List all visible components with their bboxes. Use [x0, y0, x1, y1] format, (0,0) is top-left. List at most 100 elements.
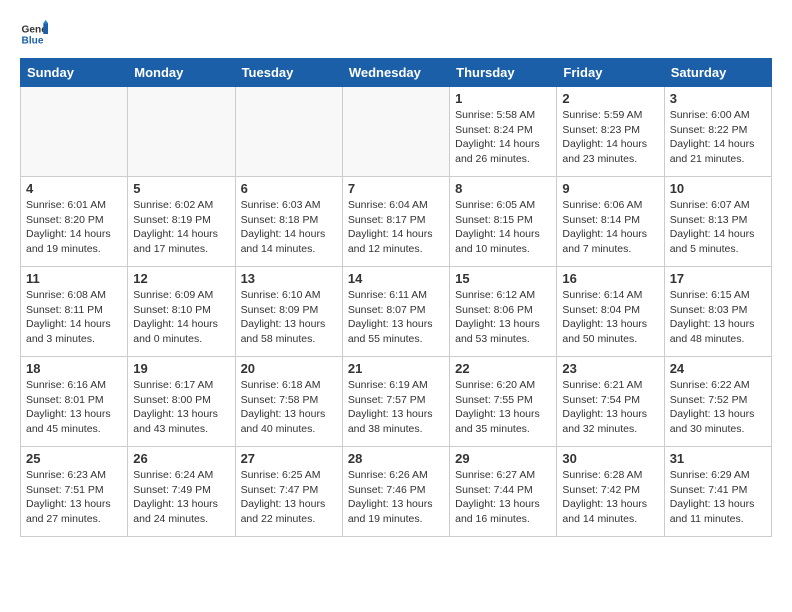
calendar-cell: 19Sunrise: 6:17 AM Sunset: 8:00 PM Dayli… — [128, 357, 235, 447]
weekday-header-saturday: Saturday — [664, 59, 771, 87]
logo: General Blue — [20, 20, 52, 48]
calendar-cell: 30 Sunrise: 6:28 AM Sunset: 7:42 PM Dayli… — [557, 447, 664, 537]
day-info: Sunrise: 6:27 AM Sunset: 7:44 PM Dayligh… — [455, 468, 551, 527]
calendar-cell: 13Sunrise: 6:10 AM Sunset: 8:09 PM Dayli… — [235, 267, 342, 357]
day-number: 22 — [455, 361, 551, 376]
day-info: Sunrise: 6:16 AM Sunset: 8:01 PM Dayligh… — [26, 378, 122, 437]
day-number: 5 — [133, 181, 229, 196]
day-number: 29 — [455, 451, 551, 466]
calendar-cell: 16 Sunrise: 6:14 AM Sunset: 8:04 PM Dayli… — [557, 267, 664, 357]
calendar-cell: 3Sunrise: 6:00 AM Sunset: 8:22 PM Daylig… — [664, 87, 771, 177]
calendar-table: SundayMondayTuesdayWednesdayThursdayFrid… — [20, 58, 772, 537]
calendar-cell: 9 Sunrise: 6:06 AM Sunset: 8:14 PM Daylig… — [557, 177, 664, 267]
day-info: Sunrise: 6:29 AM Sunset: 7:41 PM Dayligh… — [670, 468, 766, 527]
day-number: 25 — [26, 451, 122, 466]
calendar-cell: 26 Sunrise: 6:24 AM Sunset: 7:49 PM Dayli… — [128, 447, 235, 537]
day-info: Sunrise: 6:00 AM Sunset: 8:22 PM Dayligh… — [670, 108, 766, 167]
weekday-header-friday: Friday — [557, 59, 664, 87]
calendar-cell: 21 Sunrise: 6:19 AM Sunset: 7:57 PM Dayli… — [342, 357, 449, 447]
day-number: 11 — [26, 271, 122, 286]
calendar-cell: 24 Sunrise: 6:22 AM Sunset: 7:52 PM Dayli… — [664, 357, 771, 447]
weekday-header-monday: Monday — [128, 59, 235, 87]
day-number: 9 — [562, 181, 658, 196]
calendar-cell: 2 Sunrise: 5:59 AM Sunset: 8:23 PM Daylig… — [557, 87, 664, 177]
calendar-cell: 27 Sunrise: 6:25 AM Sunset: 7:47 PM Dayli… — [235, 447, 342, 537]
calendar-cell: 1Sunrise: 5:58 AM Sunset: 8:24 PM Daylig… — [450, 87, 557, 177]
calendar-cell — [21, 87, 128, 177]
weekday-header-thursday: Thursday — [450, 59, 557, 87]
day-info: Sunrise: 6:24 AM Sunset: 7:49 PM Dayligh… — [133, 468, 229, 527]
calendar-cell: 11 Sunrise: 6:08 AM Sunset: 8:11 PM Dayli… — [21, 267, 128, 357]
day-info: Sunrise: 6:20 AM Sunset: 7:55 PM Dayligh… — [455, 378, 551, 437]
day-number: 7 — [348, 181, 444, 196]
day-number: 4 — [26, 181, 122, 196]
day-info: Sunrise: 6:19 AM Sunset: 7:57 PM Dayligh… — [348, 378, 444, 437]
calendar-cell: 7 Sunrise: 6:04 AM Sunset: 8:17 PM Daylig… — [342, 177, 449, 267]
day-number: 13 — [241, 271, 337, 286]
day-number: 15 — [455, 271, 551, 286]
calendar-week-3: 11 Sunrise: 6:08 AM Sunset: 8:11 PM Dayli… — [21, 267, 772, 357]
calendar-cell: 23 Sunrise: 6:21 AM Sunset: 7:54 PM Dayli… — [557, 357, 664, 447]
day-number: 1 — [455, 91, 551, 106]
day-info: Sunrise: 6:28 AM Sunset: 7:42 PM Dayligh… — [562, 468, 658, 527]
calendar-cell: 20 Sunrise: 6:18 AM Sunset: 7:58 PM Dayli… — [235, 357, 342, 447]
day-number: 2 — [562, 91, 658, 106]
day-number: 26 — [133, 451, 229, 466]
day-info: Sunrise: 6:02 AM Sunset: 8:19 PM Dayligh… — [133, 198, 229, 257]
day-info: Sunrise: 6:14 AM Sunset: 8:04 PM Dayligh… — [562, 288, 658, 347]
day-info: Sunrise: 6:22 AM Sunset: 7:52 PM Dayligh… — [670, 378, 766, 437]
calendar-week-2: 4Sunrise: 6:01 AM Sunset: 8:20 PM Daylig… — [21, 177, 772, 267]
day-info: Sunrise: 6:18 AM Sunset: 7:58 PM Dayligh… — [241, 378, 337, 437]
day-number: 30 — [562, 451, 658, 466]
calendar-cell: 5 Sunrise: 6:02 AM Sunset: 8:19 PM Daylig… — [128, 177, 235, 267]
day-number: 20 — [241, 361, 337, 376]
day-info: Sunrise: 6:08 AM Sunset: 8:11 PM Dayligh… — [26, 288, 122, 347]
day-info: Sunrise: 6:21 AM Sunset: 7:54 PM Dayligh… — [562, 378, 658, 437]
day-info: Sunrise: 6:11 AM Sunset: 8:07 PM Dayligh… — [348, 288, 444, 347]
day-number: 8 — [455, 181, 551, 196]
calendar-cell: 18 Sunrise: 6:16 AM Sunset: 8:01 PM Dayli… — [21, 357, 128, 447]
calendar-cell — [235, 87, 342, 177]
calendar-header-row: SundayMondayTuesdayWednesdayThursdayFrid… — [21, 59, 772, 87]
day-number: 28 — [348, 451, 444, 466]
day-info: Sunrise: 6:06 AM Sunset: 8:14 PM Dayligh… — [562, 198, 658, 257]
calendar-week-1: 1Sunrise: 5:58 AM Sunset: 8:24 PM Daylig… — [21, 87, 772, 177]
calendar-cell: 14 Sunrise: 6:11 AM Sunset: 8:07 PM Dayli… — [342, 267, 449, 357]
calendar-cell: 10 Sunrise: 6:07 AM Sunset: 8:13 PM Dayli… — [664, 177, 771, 267]
day-number: 24 — [670, 361, 766, 376]
calendar-cell: 28 Sunrise: 6:26 AM Sunset: 7:46 PM Dayli… — [342, 447, 449, 537]
day-info: Sunrise: 6:04 AM Sunset: 8:17 PM Dayligh… — [348, 198, 444, 257]
day-info: Sunrise: 6:07 AM Sunset: 8:13 PM Dayligh… — [670, 198, 766, 257]
calendar-cell: 31 Sunrise: 6:29 AM Sunset: 7:41 PM Dayli… — [664, 447, 771, 537]
calendar-cell: 8 Sunrise: 6:05 AM Sunset: 8:15 PM Daylig… — [450, 177, 557, 267]
calendar-cell: 15 Sunrise: 6:12 AM Sunset: 8:06 PM Dayli… — [450, 267, 557, 357]
calendar-cell: 12Sunrise: 6:09 AM Sunset: 8:10 PM Dayli… — [128, 267, 235, 357]
calendar-cell — [342, 87, 449, 177]
calendar-week-5: 25Sunrise: 6:23 AM Sunset: 7:51 PM Dayli… — [21, 447, 772, 537]
day-number: 27 — [241, 451, 337, 466]
day-info: Sunrise: 6:12 AM Sunset: 8:06 PM Dayligh… — [455, 288, 551, 347]
day-number: 23 — [562, 361, 658, 376]
logo-icon: General Blue — [20, 20, 48, 48]
day-number: 6 — [241, 181, 337, 196]
weekday-header-sunday: Sunday — [21, 59, 128, 87]
day-info: Sunrise: 6:25 AM Sunset: 7:47 PM Dayligh… — [241, 468, 337, 527]
weekday-header-tuesday: Tuesday — [235, 59, 342, 87]
day-number: 18 — [26, 361, 122, 376]
svg-text:Blue: Blue — [22, 35, 44, 46]
calendar-week-4: 18 Sunrise: 6:16 AM Sunset: 8:01 PM Dayli… — [21, 357, 772, 447]
calendar-cell — [128, 87, 235, 177]
day-number: 19 — [133, 361, 229, 376]
day-info: Sunrise: 6:26 AM Sunset: 7:46 PM Dayligh… — [348, 468, 444, 527]
day-number: 31 — [670, 451, 766, 466]
day-number: 21 — [348, 361, 444, 376]
day-info: Sunrise: 5:59 AM Sunset: 8:23 PM Dayligh… — [562, 108, 658, 167]
day-info: Sunrise: 6:05 AM Sunset: 8:15 PM Dayligh… — [455, 198, 551, 257]
day-number: 14 — [348, 271, 444, 286]
page-header: General Blue — [20, 20, 772, 48]
day-number: 16 — [562, 271, 658, 286]
calendar-cell: 4Sunrise: 6:01 AM Sunset: 8:20 PM Daylig… — [21, 177, 128, 267]
day-info: Sunrise: 6:09 AM Sunset: 8:10 PM Dayligh… — [133, 288, 229, 347]
day-number: 10 — [670, 181, 766, 196]
weekday-header-wednesday: Wednesday — [342, 59, 449, 87]
